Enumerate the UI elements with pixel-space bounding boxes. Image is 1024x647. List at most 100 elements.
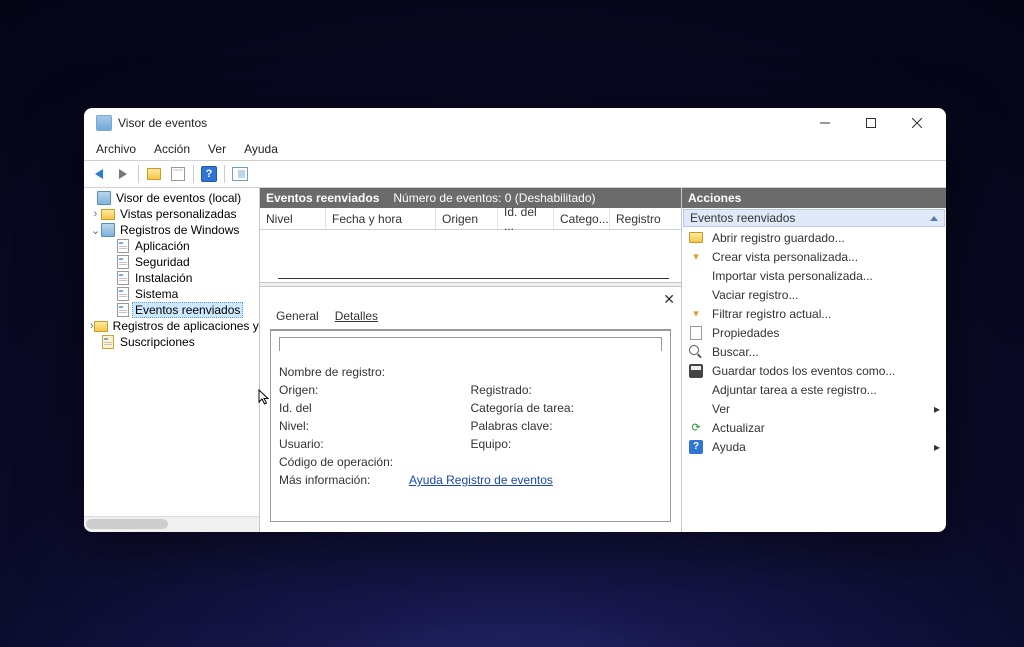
label-log-name: Nombre de registro: (279, 365, 409, 379)
detail-description-box (279, 337, 662, 351)
tab-general[interactable]: General (274, 307, 321, 325)
event-detail-pane: ✕ General Detalles Nombre de registro: O… (260, 287, 681, 532)
caret-up-icon (930, 216, 938, 221)
action-label: Vaciar registro... (712, 288, 798, 302)
preview-icon (232, 167, 248, 181)
log-icon (117, 287, 129, 301)
collapse-icon[interactable]: ⌄ (90, 224, 101, 237)
tree-system[interactable]: Sistema (86, 286, 259, 302)
expand-icon[interactable]: › (90, 208, 101, 220)
action-create-custom-view[interactable]: ▾ Crear vista personalizada... (682, 247, 946, 266)
event-viewer-icon (97, 191, 111, 205)
submenu-arrow-icon: ▸ (934, 402, 940, 416)
back-button[interactable] (88, 163, 110, 185)
action-open-saved-log[interactable]: Abrir registro guardado... (682, 228, 946, 247)
close-button[interactable] (894, 108, 940, 138)
close-detail-button[interactable]: ✕ (663, 291, 675, 308)
tree-item-label: Vistas personalizadas (117, 207, 240, 221)
minimize-button[interactable] (802, 108, 848, 138)
forward-button[interactable] (112, 163, 134, 185)
actions-title: Acciones (682, 188, 946, 208)
tab-details[interactable]: Detalles (333, 307, 380, 325)
blank-icon (688, 382, 704, 398)
tree-setup[interactable]: Instalación (86, 270, 259, 286)
action-import-custom-view[interactable]: Importar vista personalizada... (682, 266, 946, 285)
col-log[interactable]: Registro (610, 208, 681, 229)
tree-root-label: Visor de eventos (local) (113, 191, 244, 205)
action-label: Crear vista personalizada... (712, 250, 858, 264)
actions-context-header[interactable]: Eventos reenviados (683, 209, 945, 227)
action-properties[interactable]: Propiedades (682, 323, 946, 342)
label-source: Origen: (279, 383, 409, 397)
subscriptions-icon (102, 335, 114, 349)
properties-icon (690, 326, 702, 340)
menu-file[interactable]: Archivo (88, 140, 144, 158)
tree-security[interactable]: Seguridad (86, 254, 259, 270)
label-user: Usuario: (279, 437, 409, 451)
label-opcode: Código de operación: (279, 455, 409, 469)
label-more-info: Más información: (279, 473, 409, 487)
label-level: Nivel: (279, 419, 409, 433)
arrow-right-icon (119, 169, 127, 179)
maximize-button[interactable] (848, 108, 894, 138)
action-view-submenu[interactable]: Ver ▸ (682, 399, 946, 418)
label-event-id: Id. del (279, 401, 409, 415)
properties-button[interactable] (167, 163, 189, 185)
menu-action[interactable]: Acción (146, 140, 198, 158)
event-count-label: Número de eventos: 0 (Deshabilitado) (393, 191, 595, 205)
event-list-pane: Eventos reenviados Número de eventos: 0 … (260, 188, 682, 532)
menu-help[interactable]: Ayuda (236, 140, 286, 158)
help-button[interactable]: ? (198, 163, 220, 185)
col-source[interactable]: Origen (436, 208, 498, 229)
label-computer: Equipo: (471, 437, 601, 451)
help-log-link[interactable]: Ayuda Registro de eventos (409, 473, 553, 487)
blank-icon (688, 287, 704, 303)
titlebar[interactable]: Visor de eventos (84, 108, 946, 138)
refresh-icon: ⟳ (688, 420, 704, 436)
action-label: Buscar... (712, 345, 759, 359)
action-find[interactable]: Buscar... (682, 342, 946, 361)
event-viewer-window: Visor de eventos Archivo Acción Ver Ayud… (84, 108, 946, 532)
submenu-arrow-icon: ▸ (934, 440, 940, 454)
menubar: Archivo Acción Ver Ayuda (84, 138, 946, 160)
col-level[interactable]: Nivel (260, 208, 326, 229)
action-attach-task[interactable]: Adjuntar tarea a este registro... (682, 380, 946, 399)
page-icon (171, 167, 185, 181)
search-icon (689, 345, 703, 359)
action-filter-log[interactable]: ▾ Filtrar registro actual... (682, 304, 946, 323)
event-grid-body[interactable] (260, 230, 681, 282)
tree-custom-views[interactable]: › Vistas personalizadas (86, 206, 259, 222)
action-help-submenu[interactable]: ? Ayuda ▸ (682, 437, 946, 456)
actions-pane: Acciones Eventos reenviados Abrir regist… (682, 188, 946, 532)
tree-application[interactable]: Aplicación (86, 238, 259, 254)
preview-pane-button[interactable] (229, 163, 251, 185)
show-hide-tree-button[interactable] (143, 163, 165, 185)
action-clear-log[interactable]: Vaciar registro... (682, 285, 946, 304)
col-eventid[interactable]: Id. del ... (498, 208, 554, 229)
tree-item-label: Eventos reenviados (132, 302, 243, 318)
blank-icon (688, 268, 704, 284)
menu-view[interactable]: Ver (200, 140, 234, 158)
action-save-all-events[interactable]: Guardar todos los eventos como... (682, 361, 946, 380)
tree-windows-logs[interactable]: ⌄ Registros de Windows (86, 222, 259, 238)
action-label: Propiedades (712, 326, 779, 340)
window-title: Visor de eventos (118, 116, 207, 130)
label-logged: Registrado: (471, 383, 601, 397)
app-icon (96, 115, 112, 131)
action-refresh[interactable]: ⟳ Actualizar (682, 418, 946, 437)
tree-item-label: Sistema (132, 287, 181, 301)
folder-icon (147, 168, 161, 180)
col-category[interactable]: Catego... (554, 208, 610, 229)
tree-root[interactable]: Visor de eventos (local) (86, 190, 259, 206)
label-keywords: Palabras clave: (471, 419, 601, 433)
tree-item-label: Suscripciones (117, 335, 198, 349)
tree-subscriptions[interactable]: Suscripciones (86, 334, 259, 350)
tree-horizontal-scrollbar[interactable] (84, 516, 259, 532)
tree-forwarded-events[interactable]: Eventos reenviados (86, 302, 259, 318)
detail-content: Nombre de registro: Origen: Id. del Nive… (270, 329, 671, 522)
tree-app-services[interactable]: › Registros de aplicaciones y servicios (86, 318, 259, 334)
grid-scroll-indicator (278, 278, 669, 279)
event-columns-header[interactable]: Nivel Fecha y hora Origen Id. del ... Ca… (260, 208, 681, 230)
navigation-tree[interactable]: Visor de eventos (local) › Vistas person… (84, 188, 260, 532)
col-date[interactable]: Fecha y hora (326, 208, 436, 229)
